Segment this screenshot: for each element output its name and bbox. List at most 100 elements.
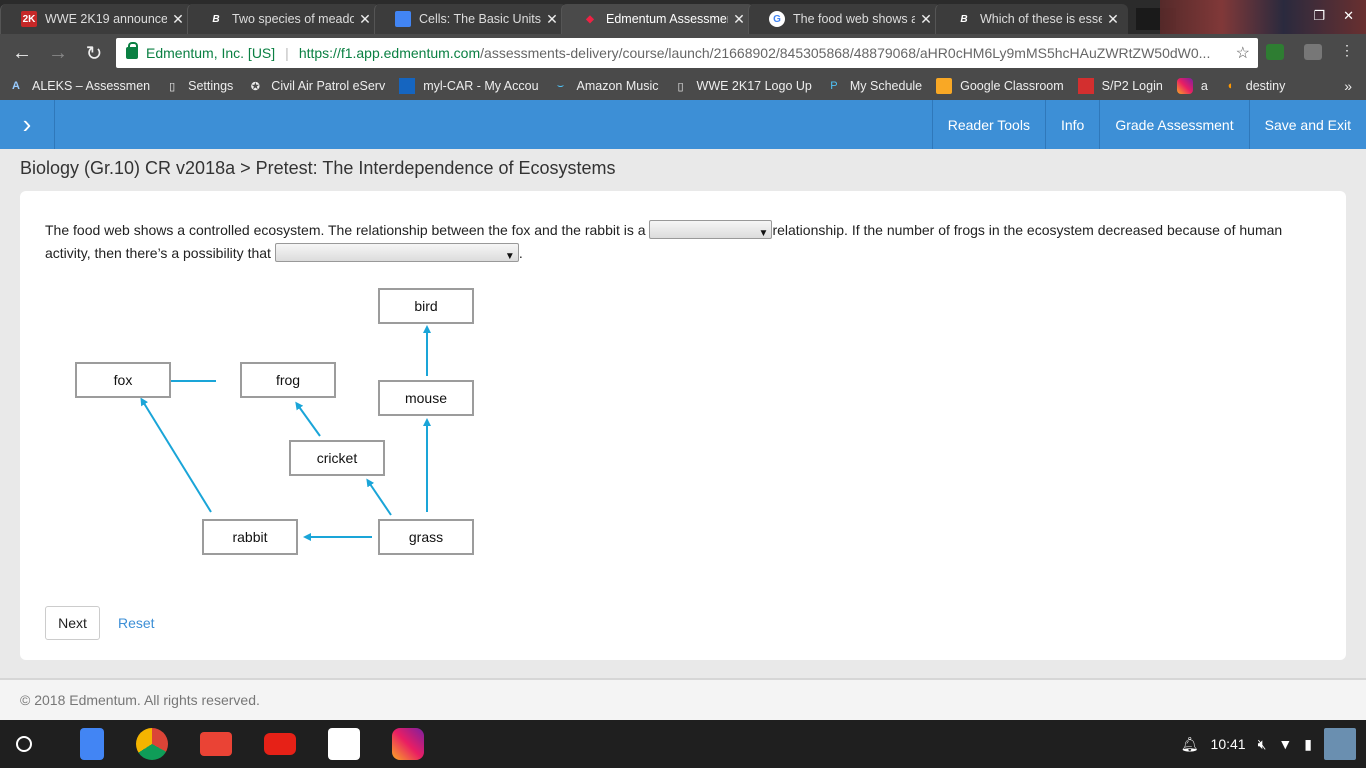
site-identity[interactable]: Edmentum, Inc. [US] (146, 45, 275, 61)
status-area[interactable]: 🔔︎ 10:41 🔇︎ ▼ ▮ (1181, 728, 1356, 760)
bookmark[interactable]: A ALEKS – Assessmen (8, 78, 150, 94)
avatar[interactable] (1324, 728, 1356, 760)
browser-tab-active[interactable]: ◆ Edmentum Assessment ✕ (561, 4, 754, 34)
close-icon[interactable]: ✕ (1106, 11, 1120, 28)
bookmark[interactable]: ⌣ Amazon Music (553, 78, 659, 94)
breadcrumb: Biology (Gr.10) CR v2018a > Pretest: The… (20, 158, 616, 178)
bookmark[interactable]: Google Classroom (936, 78, 1064, 94)
edmentum-icon: ◆ (586, 13, 594, 25)
launcher-icon[interactable] (16, 736, 32, 752)
arrow-rabbit-to-fox (140, 397, 212, 513)
tab-title: Edmentum Assessment (606, 12, 728, 26)
browser-tab[interactable]: Cells: The Basic Units of ✕ (374, 4, 567, 34)
extension-icon[interactable] (1266, 44, 1284, 60)
close-icon[interactable]: ✕ (171, 11, 185, 28)
question-part-1: The food web shows a controlled ecosyste… (45, 222, 646, 238)
bookmark-star-icon[interactable]: ☆ (1236, 43, 1250, 63)
dropdown-arrow-icon: ▼ (504, 251, 515, 263)
arrow-grass-to-cricket (366, 478, 392, 516)
aleks-icon: A (12, 80, 20, 92)
bookmark-label: Amazon Music (576, 79, 659, 93)
bookmark[interactable]: ▯ WWE 2K17 Logo Up (673, 78, 811, 94)
sp2-icon (1077, 78, 1094, 94)
browser-tab[interactable]: B Which of these is essent ✕ (935, 4, 1128, 34)
bookmark-label: My Schedule (849, 79, 923, 93)
wifi-icon: ▼ (1278, 736, 1293, 752)
save-and-exit-button[interactable]: Save and Exit (1248, 100, 1366, 149)
notification-bell-icon[interactable]: 🔔︎ (1181, 736, 1199, 753)
back-icon[interactable]: ← (4, 35, 40, 71)
bookmark[interactable]: S/P2 Login (1077, 78, 1163, 94)
expand-menu-icon[interactable]: › (0, 100, 55, 149)
tab-title: Two species of meadow (232, 12, 354, 26)
restore-icon[interactable]: ❐ (1313, 8, 1325, 24)
clock: 10:41 (1210, 736, 1246, 752)
bookmark[interactable]: ◖ destiny (1222, 78, 1285, 94)
next-button[interactable]: Next (45, 606, 100, 640)
header-actions: Reader Tools Info Grade Assessment Save … (931, 100, 1366, 149)
address-bar[interactable]: Edmentum, Inc. [US] | https://f1.app.edm… (116, 38, 1258, 68)
consequence-dropdown[interactable]: ▼ (274, 243, 519, 263)
forward-icon[interactable]: → (40, 35, 76, 71)
chrome-icon[interactable] (136, 728, 168, 760)
bookmark[interactable]: P My Schedule (826, 78, 922, 94)
bookmark-label: myl-CAR - My Accou (423, 79, 539, 93)
reader-tools-button[interactable]: Reader Tools (931, 100, 1045, 149)
brainly-icon: B (960, 13, 968, 25)
tab-title: Which of these is essent (980, 12, 1102, 26)
tab-title: WWE 2K19 announced f (45, 12, 167, 26)
bookmark[interactable]: myl-CAR - My Accou (399, 78, 539, 94)
extension-icon[interactable] (1304, 44, 1322, 60)
page-icon: ▯ (169, 80, 176, 93)
browser-tab[interactable]: 2K WWE 2K19 announced f ✕ (0, 4, 193, 34)
grade-assessment-button[interactable]: Grade Assessment (1099, 100, 1248, 149)
menu-icon[interactable]: ⋮ (1340, 42, 1354, 58)
battery-icon: ▮ (1304, 735, 1312, 752)
docs-icon[interactable] (80, 728, 104, 760)
classroom-icon (936, 78, 953, 94)
url-path: /assessments-delivery/course/launch/2166… (480, 45, 1211, 61)
close-icon[interactable]: ✕ (732, 11, 746, 28)
node-cricket: cricket (289, 440, 385, 476)
dropdown-arrow-icon: ▼ (758, 228, 769, 240)
lock-icon (126, 42, 138, 59)
close-icon[interactable]: ✕ (545, 11, 559, 28)
copyright-text: © 2018 Edmentum. All rights reserved. (20, 692, 260, 708)
page-icon: ▯ (677, 80, 684, 93)
2k-icon: 2K (21, 11, 37, 27)
tab-title: The food web shows a c (793, 12, 915, 26)
youtube-icon[interactable] (264, 733, 296, 755)
reset-link[interactable]: Reset (118, 615, 155, 631)
app-header: › Reader Tools Info Grade Assessment Sav… (0, 100, 1366, 149)
bookmarks-bar: A ALEKS – Assessmen ▯ Settings ✪ Civil Air … (0, 72, 1366, 100)
info-button[interactable]: Info (1044, 100, 1099, 149)
google-icon: G (769, 11, 785, 27)
question-text: The food web shows a controlled ecosyste… (45, 219, 1315, 265)
bookmark-label: Settings (188, 79, 234, 93)
tab-title: Cells: The Basic Units of (419, 12, 541, 26)
mute-icon: 🔇︎ (1257, 735, 1267, 752)
close-window-icon[interactable]: ✕ (1343, 8, 1354, 24)
reload-icon[interactable]: ↻ (76, 35, 112, 71)
node-mouse: mouse (378, 380, 474, 416)
browser-tab[interactable]: G The food web shows a c ✕ (748, 4, 941, 34)
node-grass: grass (378, 519, 474, 555)
relationship-dropdown[interactable]: ▼ (649, 220, 773, 240)
browser-toolbar: ← → ↻ Edmentum, Inc. [US] | https://f1.a… (0, 34, 1366, 72)
close-icon[interactable]: ✕ (919, 11, 933, 28)
bookmark[interactable]: ▯ Settings (164, 78, 233, 94)
close-icon[interactable]: ✕ (358, 11, 372, 28)
brainly-icon: B (212, 13, 220, 25)
instagram-icon[interactable] (392, 728, 424, 760)
play-store-icon[interactable] (328, 728, 360, 760)
more-bookmarks-icon[interactable]: » (1344, 78, 1352, 94)
tab-strip: 2K WWE 2K19 announced f ✕ B Two species … (0, 0, 1366, 34)
bookmark[interactable]: ✪ Civil Air Patrol eServ (247, 78, 386, 94)
node-fox: fox (75, 362, 171, 398)
bookmark-label: Civil Air Patrol eServ (271, 79, 386, 93)
bookmark[interactable]: a (1176, 78, 1208, 94)
food-web-diagram: bird fox frog mouse cricket rabbit grass (50, 286, 474, 566)
browser-tab[interactable]: B Two species of meadow ✕ (187, 4, 380, 34)
bookmark-label: a (1200, 79, 1208, 93)
gmail-icon[interactable] (200, 732, 232, 756)
